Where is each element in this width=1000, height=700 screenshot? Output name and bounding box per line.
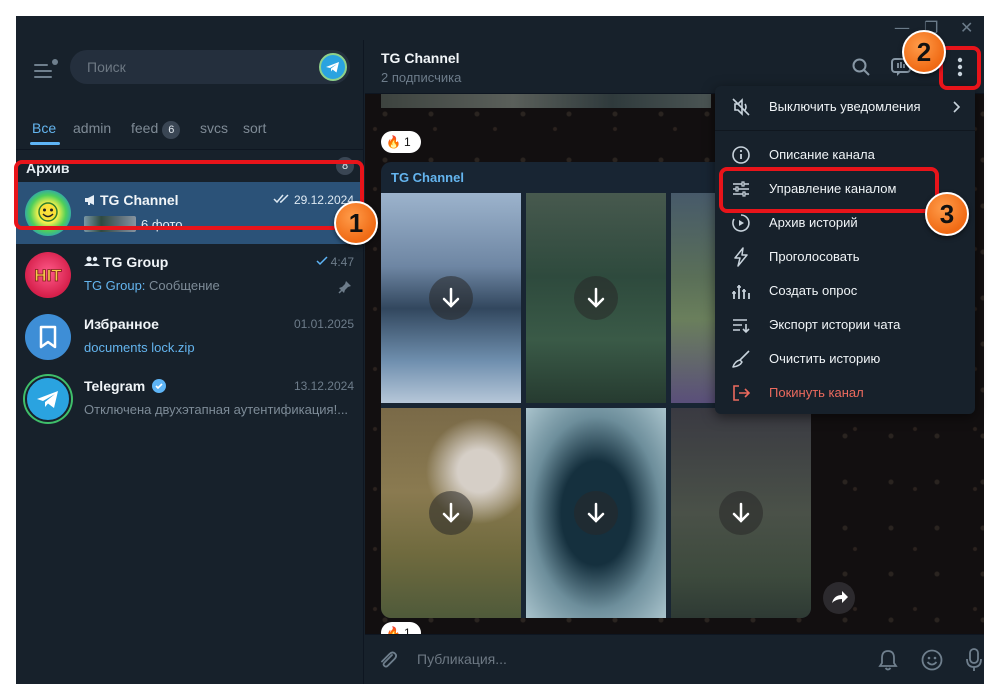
- menu-divider: [715, 130, 975, 131]
- broom-icon: [732, 350, 750, 368]
- check-icon: [316, 256, 328, 266]
- bell-icon[interactable]: [877, 648, 899, 672]
- tab-admin[interactable]: admin: [73, 120, 111, 136]
- fire-emoji: 🔥: [386, 135, 401, 149]
- saved-messages-avatar: [25, 314, 71, 360]
- chat-item-telegram[interactable]: Telegram 13.12.2024 Отключена двухэтапна…: [16, 368, 364, 430]
- menu-item-label: Экспорт истории чата: [769, 317, 901, 332]
- menu-item-clear-history[interactable]: Очистить историю: [715, 342, 975, 376]
- stories-archive-icon: [732, 214, 750, 232]
- active-tab-indicator: [30, 142, 60, 145]
- chat-date: 4:47: [316, 255, 354, 269]
- chevron-right-icon: [953, 101, 961, 113]
- message-composer: Публикация...: [365, 634, 984, 684]
- search-placeholder: Поиск: [87, 59, 126, 75]
- menu-item-label: Покинуть канал: [769, 385, 864, 400]
- hamburger-menu-icon[interactable]: [34, 59, 58, 80]
- boost-icon: [734, 247, 748, 267]
- minimize-button[interactable]: —: [894, 18, 910, 37]
- export-icon: [733, 319, 750, 334]
- channel-title: TG Channel: [381, 50, 460, 66]
- menu-item-label: Архив историй: [769, 215, 858, 230]
- tab-sort[interactable]: sort: [243, 120, 266, 136]
- download-icon[interactable]: [719, 491, 763, 535]
- tab-feed-label: feed: [131, 120, 159, 136]
- step-badge-2: 2: [902, 30, 946, 74]
- avatar: HIT: [25, 252, 71, 298]
- poll-icon: [732, 285, 750, 299]
- photo-thumbnail[interactable]: [526, 408, 666, 618]
- photo-thumbnail[interactable]: [381, 193, 521, 403]
- menu-item-export-history[interactable]: Экспорт истории чата: [715, 308, 975, 342]
- leave-icon: [733, 385, 751, 401]
- chat-preview: documents lock.zip: [84, 340, 195, 355]
- menu-item-label: Создать опрос: [769, 283, 858, 298]
- highlight-manage-channel: [719, 167, 939, 213]
- chat-list-panel: Поиск Все admin feed 6 svcs sort Архив 8 …: [16, 40, 364, 684]
- menu-item-leave-channel[interactable]: Покинуть канал: [715, 376, 975, 410]
- download-icon[interactable]: [574, 491, 618, 535]
- search-icon[interactable]: [850, 56, 872, 78]
- info-icon: [732, 146, 750, 164]
- chat-name: Избранное: [84, 316, 159, 332]
- close-button[interactable]: ✕: [960, 18, 973, 37]
- chat-name: TG Group: [84, 254, 168, 270]
- download-icon[interactable]: [429, 276, 473, 320]
- verified-icon: [152, 379, 167, 393]
- chat-item-tg-group[interactable]: HIT TG Group 4:47 TG Group: Сообщение: [16, 244, 364, 306]
- menu-item-create-poll[interactable]: Создать опрос: [715, 274, 975, 308]
- reaction-chip[interactable]: 🔥 1: [381, 131, 421, 153]
- telegram-logo-icon[interactable]: [319, 53, 347, 81]
- attach-icon[interactable]: [377, 649, 399, 671]
- chat-name: Telegram: [84, 378, 167, 394]
- chat-item-saved-messages[interactable]: Избранное 01.01.2025 documents lock.zip: [16, 306, 364, 368]
- menu-item-label: Проголосовать: [769, 249, 860, 264]
- chat-date: 13.12.2024: [293, 379, 354, 393]
- share-icon[interactable]: [823, 582, 855, 614]
- file-link: documents lock.zip: [84, 340, 195, 355]
- previous-media-strip: [381, 94, 711, 108]
- tab-all[interactable]: Все: [32, 120, 56, 136]
- photo-thumbnail[interactable]: [526, 193, 666, 403]
- pin-icon: [338, 281, 351, 294]
- tab-feed[interactable]: feed 6: [131, 120, 181, 139]
- microphone-icon[interactable]: [965, 647, 983, 673]
- chat-name-text: Telegram: [84, 378, 146, 394]
- menu-item-label: Очистить историю: [769, 351, 881, 366]
- chat-date-text: 4:47: [330, 255, 354, 269]
- telegram-avatar: [25, 376, 71, 422]
- search-input[interactable]: Поиск: [70, 50, 350, 84]
- step-badge-1: 1: [334, 201, 378, 245]
- svg-text:HIT: HIT: [34, 266, 62, 285]
- chat-preview: TG Group: Сообщение: [84, 278, 220, 293]
- channel-menu: Выключить уведомления Описание канала Уп…: [715, 86, 975, 414]
- folder-tabs: Все admin feed 6 svcs sort: [16, 120, 364, 146]
- chat-date: 01.01.2025: [293, 317, 354, 331]
- sender-name: TG Group:: [84, 278, 146, 293]
- album-author: TG Channel: [391, 170, 464, 185]
- highlight-channel-chat: [14, 160, 364, 230]
- photo-thumbnail[interactable]: [381, 408, 521, 618]
- download-icon[interactable]: [429, 491, 473, 535]
- tab-svcs[interactable]: svcs: [200, 120, 228, 136]
- chat-preview-text: Сообщение: [145, 278, 220, 293]
- subscriber-count: 2 подписчика: [381, 70, 462, 85]
- unread-badge: 6: [162, 121, 181, 139]
- menu-item-boost[interactable]: Проголосовать: [715, 240, 975, 274]
- photo-thumbnail[interactable]: [671, 408, 811, 618]
- menu-item-mute[interactable]: Выключить уведомления: [715, 90, 975, 124]
- chat-name-text: TG Group: [103, 254, 169, 270]
- step-badge-3: 3: [925, 192, 969, 236]
- download-icon[interactable]: [574, 276, 618, 320]
- chat-preview: Отключена двухэтапная аутентификация!...: [84, 402, 349, 417]
- menu-item-label: Выключить уведомления: [769, 99, 921, 114]
- mute-icon: [732, 98, 750, 116]
- composer-input[interactable]: Публикация...: [417, 651, 507, 667]
- group-icon: [84, 256, 100, 266]
- reaction-count: 1: [403, 135, 411, 149]
- menu-item-label: Описание канала: [769, 147, 875, 162]
- emoji-icon[interactable]: [920, 648, 944, 672]
- title-bar: — ❐ ✕: [16, 16, 984, 40]
